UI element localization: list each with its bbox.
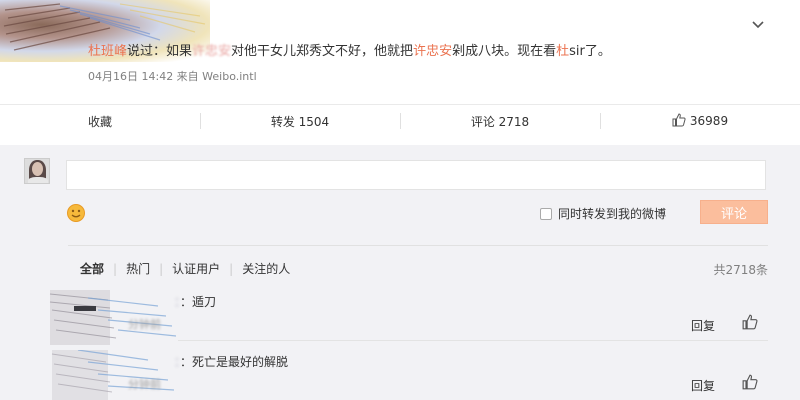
- post-action-bar: 收藏 转发 1504 评论 2718 36989: [0, 104, 800, 136]
- comment-total: 共2718条: [713, 263, 768, 277]
- comment-username[interactable]: ：: [174, 355, 180, 369]
- chevron-down-icon[interactable]: [750, 16, 766, 32]
- comment-text: ：：遁刀: [174, 293, 216, 310]
- post-text-blurred: 许忠安: [192, 44, 232, 59]
- tab-following[interactable]: 关注的人: [242, 260, 290, 277]
- favorite-label: 收藏: [87, 114, 112, 129]
- author-mention[interactable]: 杜班峰: [88, 44, 127, 59]
- like-button[interactable]: 36989: [600, 105, 800, 137]
- tab-separator: |: [159, 261, 164, 276]
- tab-all[interactable]: 全部: [80, 260, 104, 277]
- comment-text: ：：死亡是最好的解脱: [174, 353, 288, 370]
- forward-label: 同时转发到我的微博: [558, 207, 667, 221]
- like-count: 36989: [689, 114, 729, 128]
- post-highlight-du[interactable]: 杜: [556, 44, 569, 59]
- comment-item: ：：遁刀 分钟前 回复: [48, 290, 768, 345]
- my-avatar[interactable]: [24, 158, 50, 184]
- tab-separator: |: [113, 261, 118, 276]
- emoji-icon[interactable]: [66, 203, 86, 223]
- tab-separator: |: [229, 261, 234, 276]
- thumb-up-icon: [672, 112, 686, 130]
- avatar-face: [32, 162, 43, 176]
- thumb-up-icon[interactable]: [742, 374, 758, 390]
- comment-item: ：：死亡是最好的解脱 分钟前 回复: [48, 349, 768, 400]
- post-text-rest: 剁成八块。现在看: [452, 44, 557, 59]
- thumb-up-icon[interactable]: [742, 314, 758, 330]
- repost-label: 转发 1504: [270, 114, 330, 129]
- post-text-said: 说过：如果: [127, 44, 193, 59]
- post-highlight-name[interactable]: 许忠安: [413, 44, 452, 59]
- post-text-end: sir了。: [569, 44, 611, 59]
- comment-filter-tabs: 全部 | 热门 | 认证用户 | 关注的人: [80, 260, 290, 277]
- comment-input[interactable]: [66, 160, 766, 190]
- comment-label: 评论 2718: [470, 114, 530, 129]
- submit-comment-button[interactable]: 评论: [700, 200, 768, 224]
- post-meta[interactable]: 04月16日 14:42 来自 Weibo.intl: [88, 68, 257, 84]
- scribble-icon: [51, 349, 175, 400]
- divider: [68, 245, 768, 246]
- comment-button[interactable]: 评论 2718: [400, 105, 600, 137]
- avatar-body: [28, 177, 48, 183]
- post-text-mid: 对他干女儿郑秀文不好，他就把: [231, 44, 414, 59]
- checkbox-box[interactable]: [540, 207, 552, 220]
- forward-checkbox[interactable]: 同时转发到我的微博: [540, 205, 666, 222]
- repost-button[interactable]: 转发 1504: [200, 105, 400, 137]
- tab-verified[interactable]: 认证用户: [172, 260, 220, 277]
- comment-time: 分钟前: [128, 378, 161, 391]
- favorite-button[interactable]: 收藏: [0, 105, 200, 137]
- comment-time: 分钟前: [128, 318, 161, 331]
- reply-button[interactable]: 回复: [691, 377, 715, 394]
- comment-body: ：遁刀: [180, 295, 217, 309]
- tab-hot[interactable]: 热门: [126, 260, 150, 277]
- reply-button[interactable]: 回复: [691, 317, 715, 334]
- post-content: 杜班峰说过：如果许忠安对他干女儿郑秀文不好，他就把许忠安剁成八块。现在看杜sir…: [88, 40, 611, 59]
- comment-separator: [178, 340, 768, 341]
- comment-area: 同时转发到我的微博 评论 全部 | 热门 | 认证用户 | 关注的人 共2718…: [0, 145, 800, 400]
- comment-avatar-blurred[interactable]: [48, 349, 178, 400]
- comment-username[interactable]: ：: [174, 295, 180, 309]
- comment-body: ：死亡是最好的解脱: [180, 355, 289, 369]
- weibo-post: 杜班峰说过：如果许忠安对他干女儿郑秀文不好，他就把许忠安剁成八块。现在看杜sir…: [0, 0, 800, 145]
